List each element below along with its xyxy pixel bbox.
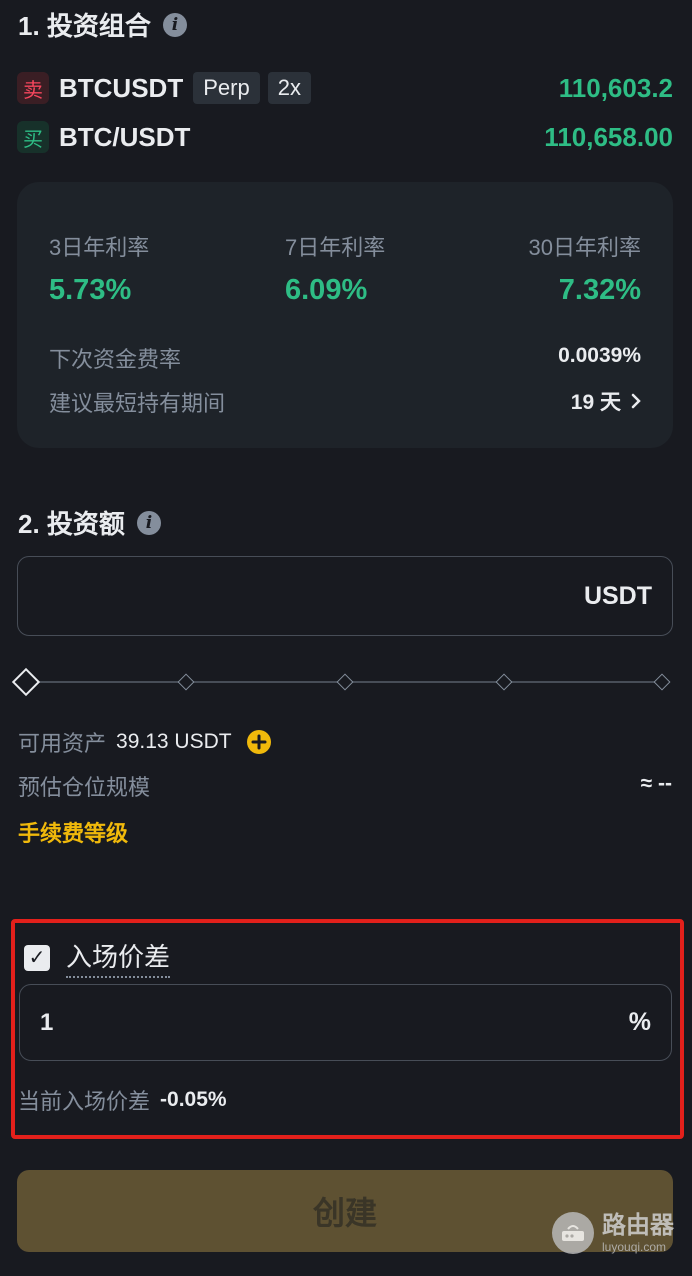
- rate-value-7d: 6.09%: [285, 274, 368, 306]
- current-spread-row: 当前入场价差 -0.05%: [18, 1084, 227, 1116]
- info-icon[interactable]: i: [162, 12, 187, 37]
- section-title-text: 1. 投资组合: [18, 11, 151, 41]
- slider-handle[interactable]: [11, 667, 41, 697]
- sell-badge: 卖: [17, 72, 49, 104]
- rate-label-30d: 30日年利率: [528, 235, 641, 260]
- pair-price: 110,658.00: [544, 121, 673, 152]
- slider-mark-50[interactable]: [336, 673, 354, 691]
- amount-input[interactable]: USDT: [17, 556, 673, 636]
- router-logo-icon: [552, 1212, 594, 1254]
- pair-price: 110,603.2: [558, 72, 673, 103]
- leverage-tag: 2x: [267, 72, 311, 104]
- hold-period-label: 建议最短持有期间: [49, 391, 226, 416]
- info-icon[interactable]: i: [136, 510, 161, 535]
- buy-badge: 买: [17, 121, 49, 153]
- chevron-right-icon: [631, 393, 641, 409]
- next-funding-value: 0.0039%: [558, 344, 641, 367]
- entry-spread-unit: %: [628, 1008, 651, 1036]
- position-value: ≈ --: [640, 772, 672, 795]
- position-label: 预估仓位规模: [18, 775, 151, 800]
- amount-unit: USDT: [583, 581, 652, 610]
- next-funding-label: 下次资金费率: [49, 347, 182, 372]
- create-button-label: 创建: [312, 1195, 377, 1231]
- section-title-text: 2. 投资额: [18, 509, 125, 539]
- entry-spread-toggle[interactable]: ✓ 入场价差: [24, 937, 171, 978]
- hold-period-value: 19 天: [570, 391, 621, 414]
- watermark-url: luyouqi.com: [602, 1239, 667, 1254]
- checkbox-checked-icon[interactable]: ✓: [24, 944, 50, 971]
- slider-mark-100[interactable]: [653, 673, 671, 691]
- pair-name: BTCUSDT: [59, 72, 184, 103]
- watermark-name: 路由器: [602, 1211, 674, 1239]
- section-title-portfolio: 1. 投资组合 i: [18, 6, 187, 43]
- rate-value-30d: 7.32%: [558, 274, 641, 306]
- available-value: 39.13 USDT: [116, 730, 232, 753]
- plus-circle-icon[interactable]: [246, 729, 272, 755]
- entry-spread-input[interactable]: 1 %: [19, 984, 672, 1061]
- entry-spread-input-value: 1: [40, 1008, 54, 1036]
- perp-tag: Perp: [193, 72, 260, 104]
- slider-mark-75[interactable]: [495, 673, 513, 691]
- rate-label-7d: 7日年利率: [285, 235, 386, 260]
- rate-value-3d: 5.73%: [49, 274, 132, 306]
- available-row: 可用资产 39.13 USDT: [18, 726, 272, 758]
- rates-card: 3日年利率 5.73% 7日年利率 6.09% 30日年利率 7.32% 下次资…: [17, 182, 673, 448]
- rate-label-3d: 3日年利率: [49, 235, 150, 260]
- current-spread-value: -0.05%: [160, 1088, 227, 1111]
- fee-level-link[interactable]: 手续费等级: [18, 816, 128, 848]
- available-label: 可用资产: [18, 731, 107, 756]
- section-title-amount: 2. 投资额 i: [18, 504, 161, 541]
- hold-period-link[interactable]: 19 天: [571, 386, 641, 416]
- watermark: 路由器 luyouqi.com: [552, 1212, 674, 1254]
- pair-row-perp[interactable]: 卖 BTCUSDT Perp 2x 110,603.2: [17, 72, 673, 104]
- entry-spread-label: 入场价差: [66, 937, 171, 978]
- slider-mark-25[interactable]: [177, 673, 195, 691]
- current-spread-label: 当前入场价差: [18, 1089, 151, 1114]
- pair-row-spot[interactable]: 买 BTC/USDT 110,658.00: [17, 121, 673, 153]
- pair-name: BTC/USDT: [59, 121, 191, 152]
